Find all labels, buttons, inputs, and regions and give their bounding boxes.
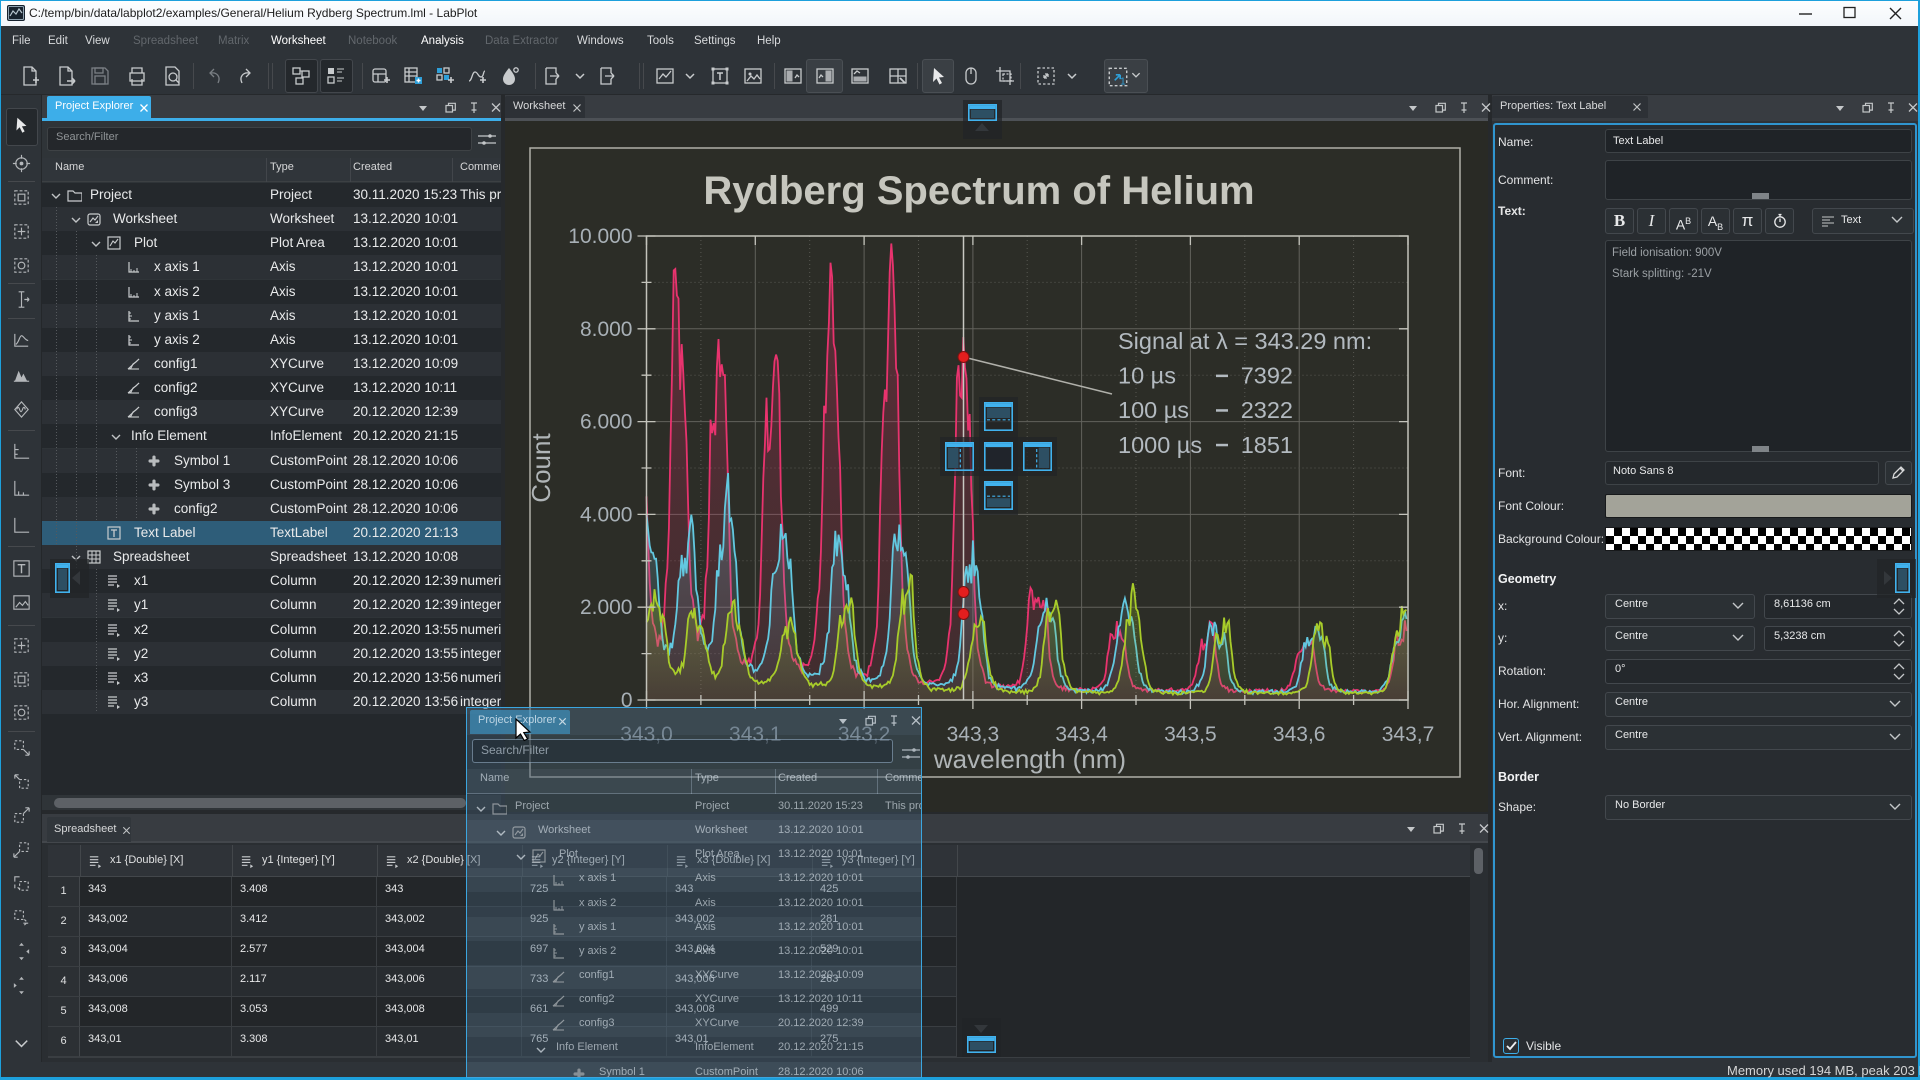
svg-text:Rydberg Spectrum of Helium: Rydberg Spectrum of Helium — [703, 169, 1254, 213]
svg-text:343,4: 343,4 — [1055, 723, 1108, 746]
svg-text:7392: 7392 — [1241, 363, 1293, 389]
svg-text:6.000: 6.000 — [580, 411, 633, 434]
svg-text:wavelength (nm): wavelength (nm) — [933, 744, 1126, 774]
svg-text:8.000: 8.000 — [580, 318, 633, 341]
svg-text:Signal at λ = 343.29 nm:: Signal at λ = 343.29 nm: — [1118, 328, 1372, 354]
svg-text:1851: 1851 — [1241, 432, 1293, 458]
svg-text:4.000: 4.000 — [580, 503, 633, 526]
svg-text:100 µs: 100 µs — [1118, 397, 1189, 423]
svg-text:2.000: 2.000 — [580, 596, 633, 619]
svg-text:2322: 2322 — [1241, 397, 1293, 423]
svg-text:343,7: 343,7 — [1382, 723, 1435, 746]
svg-text:10 µs: 10 µs — [1118, 363, 1176, 389]
svg-text:343,6: 343,6 — [1273, 723, 1326, 746]
svg-text:10.000: 10.000 — [568, 225, 632, 248]
svg-text:1000 µs: 1000 µs — [1118, 432, 1202, 458]
svg-text:343,3: 343,3 — [947, 723, 1000, 746]
svg-text:Count: Count — [526, 433, 556, 503]
svg-text:343,5: 343,5 — [1164, 723, 1217, 746]
svg-text:1: 1 — [1120, 77, 1125, 88]
